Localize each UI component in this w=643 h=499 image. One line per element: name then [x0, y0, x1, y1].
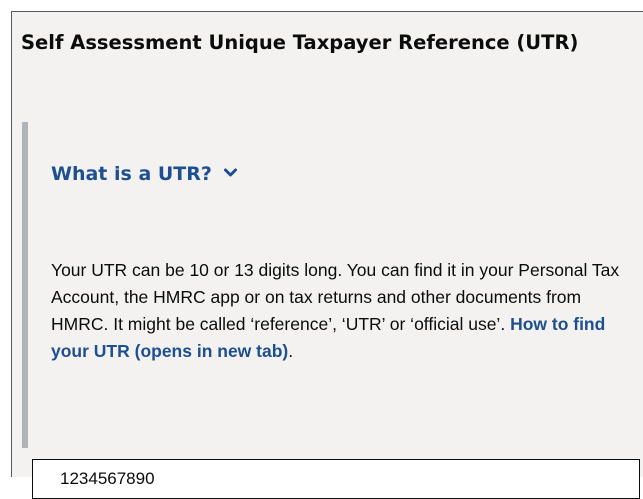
details-summary-toggle[interactable]: What is a UTR?: [51, 161, 237, 187]
details-border: [22, 122, 28, 448]
details-summary-label: What is a UTR?: [51, 163, 212, 185]
utr-panel: [11, 11, 643, 477]
details-body: Your UTR can be 10 or 13 digits long. Yo…: [51, 257, 636, 365]
chevron-down-icon: [223, 166, 237, 179]
section-heading: Self Assessment Unique Taxpayer Referenc…: [21, 31, 579, 54]
link-suffix: .: [288, 341, 294, 361]
utr-input[interactable]: [32, 459, 640, 499]
